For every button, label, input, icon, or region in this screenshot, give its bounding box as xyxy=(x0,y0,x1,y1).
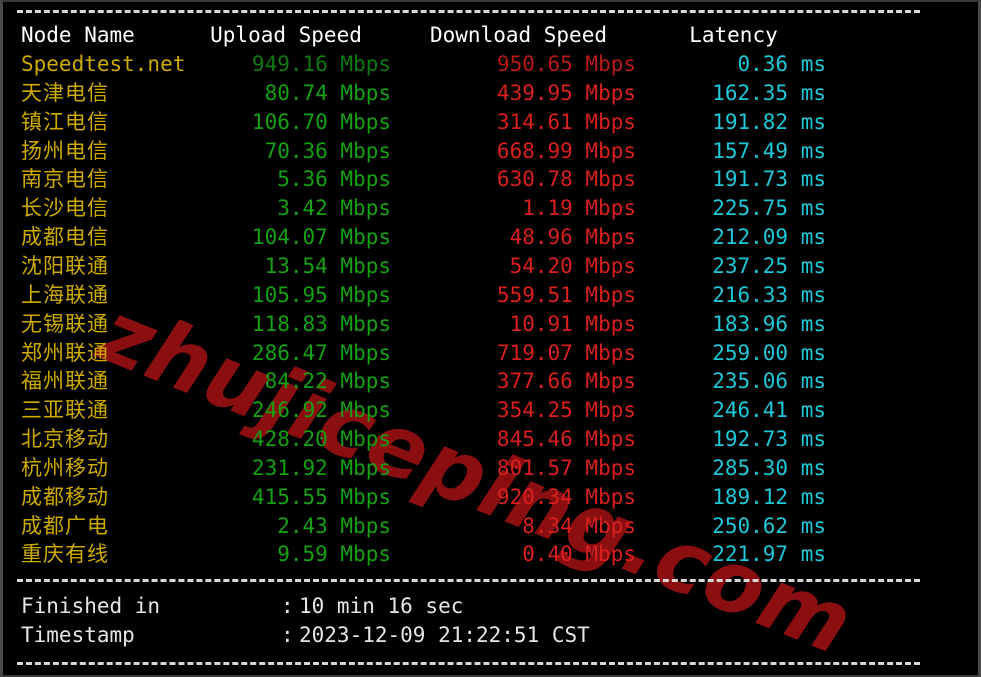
cell-latency: 237.25 ms xyxy=(712,253,826,278)
cell-latency: 246.41 ms xyxy=(712,398,826,423)
cell-download-speed: 48.96 Mbps xyxy=(509,225,636,250)
table-row: 天津电信 80.74 Mbps 439.95 Mbps 162.35 ms xyxy=(3,79,978,108)
summary-value: 10 min 16 sec xyxy=(299,594,464,619)
cell-download-speed: 920.34 Mbps xyxy=(496,484,636,509)
summary-label: Finished in xyxy=(21,594,161,619)
cell-upload-speed: 106.70 Mbps xyxy=(251,109,391,134)
cell-upload-speed: 3.42 Mbps xyxy=(277,196,391,221)
summary-value: 2023-12-09 21:22:51 CST xyxy=(299,623,590,648)
summary-row: Timestamp:2023-12-09 21:22:51 CST xyxy=(3,621,978,650)
cell-latency: 216.33 ms xyxy=(712,282,826,307)
cell-download-speed: 8.34 Mbps xyxy=(522,513,636,538)
table-row: 扬州电信 70.36 Mbps 668.99 Mbps 157.49 ms xyxy=(3,137,978,166)
cell-latency: 225.75 ms xyxy=(712,196,826,221)
summary-row: Finished in:10 min 16 sec xyxy=(3,592,978,621)
cell-upload-speed: 80.74 Mbps xyxy=(264,80,391,105)
cell-upload-speed: 246.92 Mbps xyxy=(251,398,391,423)
column-header-download-speed: Download Speed xyxy=(429,23,607,47)
cell-latency: 192.73 ms xyxy=(712,427,826,452)
summary-colon: : xyxy=(281,623,294,648)
cell-upload-speed: 84.22 Mbps xyxy=(264,369,391,394)
table-row: 长沙电信 3.42 Mbps 1.19 Mbps 225.75 ms xyxy=(3,194,978,223)
table-row: 南京电信 5.36 Mbps 630.78 Mbps 191.73 ms xyxy=(3,165,978,194)
cell-latency: 183.96 ms xyxy=(712,311,826,336)
table-row: 福州联通 84.22 Mbps 377.66 Mbps 235.06 ms xyxy=(3,367,978,396)
cell-upload-speed: 286.47 Mbps xyxy=(251,340,391,365)
cell-latency: 259.00 ms xyxy=(712,340,826,365)
column-header-latency: Latency xyxy=(689,23,778,47)
cell-upload-speed: 428.20 Mbps xyxy=(251,427,391,452)
cell-latency: 191.82 ms xyxy=(712,109,826,134)
cell-download-speed: 950.65 Mbps xyxy=(496,52,636,76)
cell-upload-speed: 231.92 Mbps xyxy=(251,455,391,480)
separator-middle xyxy=(17,579,920,584)
table-row: 成都电信 104.07 Mbps 48.96 Mbps 212.09 ms xyxy=(3,223,978,252)
cell-latency: 189.12 ms xyxy=(712,484,826,509)
cell-upload-speed: 949.16 Mbps xyxy=(251,52,391,76)
cell-latency: 157.49 ms xyxy=(712,138,826,163)
cell-latency: 250.62 ms xyxy=(712,513,826,538)
summary-colon: : xyxy=(281,594,294,619)
cell-download-speed: 10.91 Mbps xyxy=(509,311,636,336)
cell-download-speed: 801.57 Mbps xyxy=(496,455,636,480)
table-row: 成都移动 415.55 Mbps 920.34 Mbps 189.12 ms xyxy=(3,483,978,512)
summary-label: Timestamp xyxy=(21,623,135,648)
cell-download-speed: 719.07 Mbps xyxy=(496,340,636,365)
table-row: 杭州移动 231.92 Mbps 801.57 Mbps 285.30 ms xyxy=(3,454,978,483)
cell-download-speed: 54.20 Mbps xyxy=(509,253,636,278)
cell-download-speed: 668.99 Mbps xyxy=(496,138,636,163)
cell-latency: 191.73 ms xyxy=(712,167,826,192)
cell-download-speed: 845.46 Mbps xyxy=(496,427,636,452)
separator-top xyxy=(17,10,920,15)
table-row: 无锡联通 118.83 Mbps 10.91 Mbps 183.96 ms xyxy=(3,310,978,339)
cell-upload-speed: 9.59 Mbps xyxy=(277,542,391,567)
cell-upload-speed: 13.54 Mbps xyxy=(264,253,391,278)
table-row: 镇江电信 106.70 Mbps 314.61 Mbps 191.82 ms xyxy=(3,108,978,137)
cell-latency: 235.06 ms xyxy=(712,369,826,394)
cell-latency: 285.30 ms xyxy=(712,455,826,480)
table-row: 北京移动 428.20 Mbps 845.46 Mbps 192.73 ms xyxy=(3,425,978,454)
cell-download-speed: 354.25 Mbps xyxy=(496,398,636,423)
cell-download-speed: 314.61 Mbps xyxy=(496,109,636,134)
cell-latency: 221.97 ms xyxy=(712,542,826,567)
table-row: 成都广电 2.43 Mbps 8.34 Mbps 250.62 ms xyxy=(3,512,978,541)
cell-upload-speed: 105.95 Mbps xyxy=(251,282,391,307)
cell-upload-speed: 415.55 Mbps xyxy=(251,484,391,509)
table-row: 沈阳联通 13.54 Mbps 54.20 Mbps 237.25 ms xyxy=(3,252,978,281)
table-row: 三亚联通 246.92 Mbps 354.25 Mbps 246.41 ms xyxy=(3,396,978,425)
cell-download-speed: 377.66 Mbps xyxy=(496,369,636,394)
cell-latency: 212.09 ms xyxy=(712,225,826,250)
table-row: 郑州联通 286.47 Mbps 719.07 Mbps 259.00 ms xyxy=(3,339,978,368)
cell-latency: 0.36 ms xyxy=(737,52,826,76)
column-header-upload-speed: Upload Speed xyxy=(210,23,362,47)
separator-bottom xyxy=(17,662,920,667)
cell-upload-speed: 2.43 Mbps xyxy=(277,513,391,538)
terminal-window: zhujiceping.com Node Name Upload Speed Dow… xyxy=(0,0,981,677)
cell-download-speed: 0.40 Mbps xyxy=(522,542,636,567)
cell-latency: 162.35 ms xyxy=(712,80,826,105)
table-header-row: Node Name Upload Speed Download Speed Laten… xyxy=(3,21,978,50)
cell-download-speed: 559.51 Mbps xyxy=(496,282,636,307)
table-row: Speedtest.net 949.16 Mbps 950.65 Mbps 0.36 … xyxy=(3,50,978,79)
cell-upload-speed: 104.07 Mbps xyxy=(251,225,391,250)
cell-upload-speed: 5.36 Mbps xyxy=(277,167,391,192)
table-row: 重庆有线 9.59 Mbps 0.40 Mbps 221.97 ms xyxy=(3,540,978,569)
cell-download-speed: 439.95 Mbps xyxy=(496,80,636,105)
cell-download-speed: 1.19 Mbps xyxy=(522,196,636,221)
cell-upload-speed: 70.36 Mbps xyxy=(264,138,391,163)
cell-upload-speed: 118.83 Mbps xyxy=(251,311,391,336)
table-row: 上海联通 105.95 Mbps 559.51 Mbps 216.33 ms xyxy=(3,281,978,310)
cell-download-speed: 630.78 Mbps xyxy=(496,167,636,192)
